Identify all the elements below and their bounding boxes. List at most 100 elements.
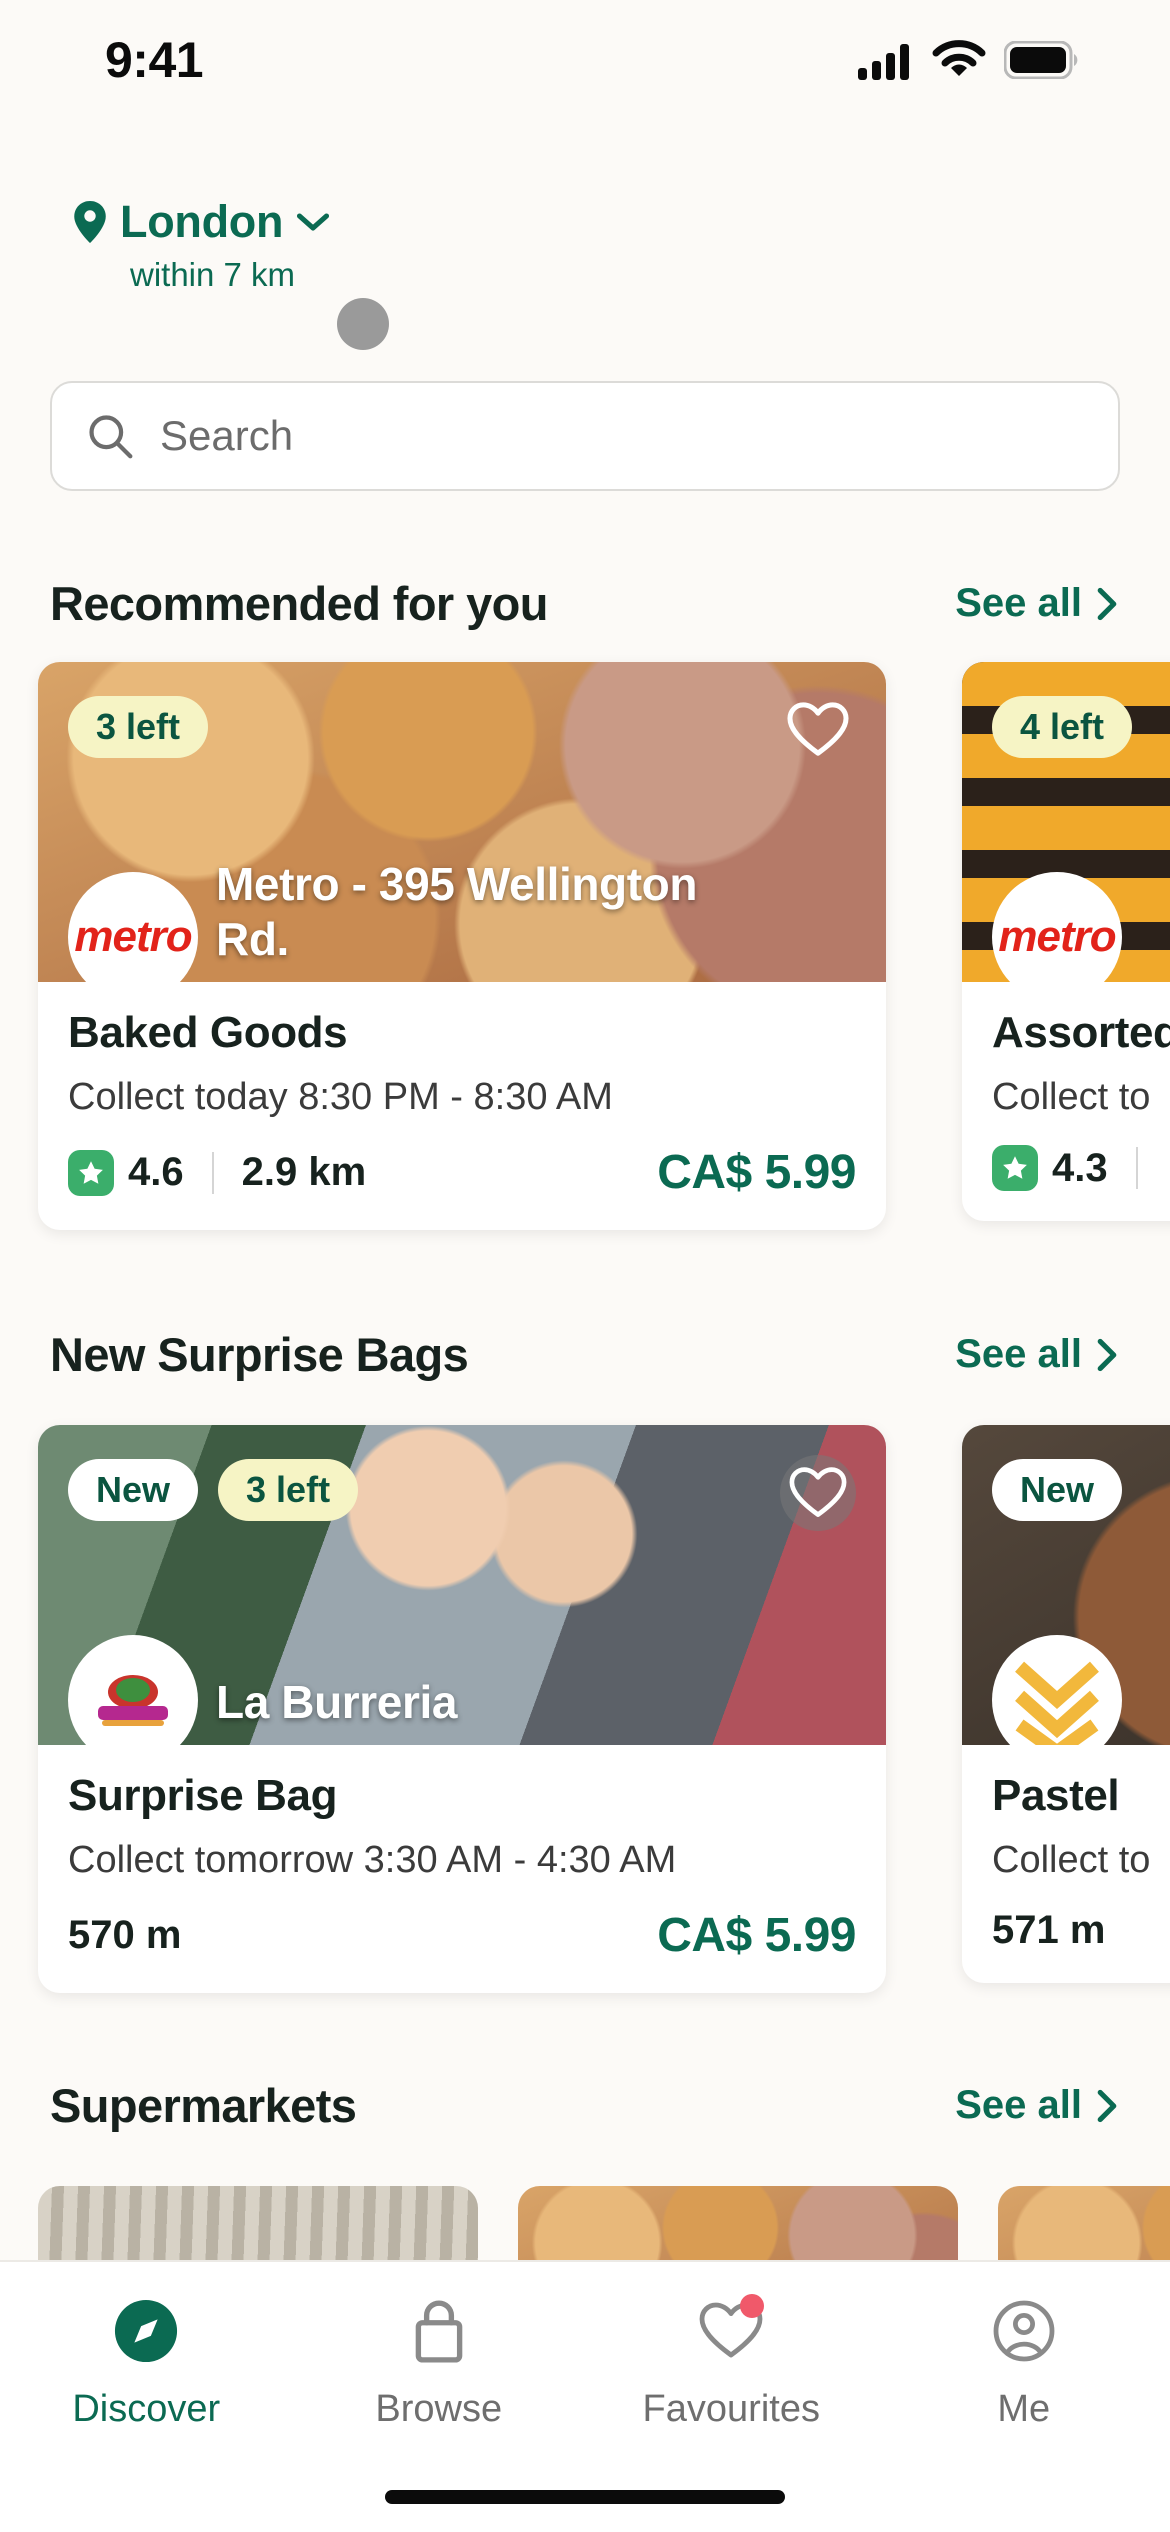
section-header-new-surprise-bags: New Surprise Bags See all — [50, 1327, 1120, 1382]
item-title: Pastel — [992, 1771, 1120, 1820]
location-header[interactable]: London within 7 km — [72, 196, 331, 294]
map-pin-icon — [74, 201, 106, 243]
pastel-chevron-logo — [1015, 1661, 1099, 1745]
see-all-new-surprise-bags[interactable]: See all — [955, 1332, 1120, 1377]
tab-label: Browse — [375, 2388, 503, 2430]
item-title: Assorted — [992, 1008, 1170, 1057]
section-header-supermarkets: Supermarkets See all — [50, 2078, 1120, 2133]
store-card[interactable]: 4 left metro Assorted Collect to 4.3 — [962, 662, 1170, 1221]
cellular-signal-icon — [858, 44, 909, 80]
chevron-right-icon — [1097, 1338, 1117, 1371]
tab-label: Discover — [72, 2388, 221, 2430]
card-body: Assorted Collect to 4.3 — [962, 982, 1170, 1221]
price-value: CA$ 5.99 — [657, 1146, 856, 1199]
distance-value: 570 m — [68, 1913, 182, 1957]
touch-indicator — [337, 298, 389, 350]
item-title: Baked Goods — [68, 1008, 348, 1057]
star-icon — [68, 1149, 114, 1196]
store-name: La Burreria — [216, 1675, 458, 1728]
card-meta: 4.3 — [992, 1145, 1170, 1191]
tab-browse[interactable]: Browse — [293, 2296, 586, 2431]
meta-divider — [211, 1151, 214, 1194]
rating-value: 4.6 — [128, 1150, 184, 1194]
heart-icon — [696, 2294, 766, 2366]
section-title: New Surprise Bags — [50, 1328, 469, 1381]
card-body: Surprise Bag Collect tomorrow 3:30 AM - … — [38, 1745, 886, 1993]
store-name: Metro - 395 Wellington Rd. — [216, 858, 698, 965]
card-badges: New — [992, 1459, 1123, 1521]
chevron-right-icon — [1097, 587, 1117, 620]
rating-value: 4.3 — [1052, 1145, 1108, 1190]
collect-window: Collect today 8:30 PM - 8:30 AM — [68, 1076, 613, 1118]
card-badges: 3 left — [68, 696, 209, 758]
heart-outline-icon — [787, 702, 849, 756]
home-indicator — [385, 2490, 785, 2504]
see-all-supermarkets[interactable]: See all — [955, 2083, 1120, 2128]
search-input[interactable]: Search — [160, 412, 293, 460]
store-logo: metro — [68, 872, 198, 982]
new-badge: New — [992, 1459, 1123, 1521]
search-bar[interactable]: Search — [50, 381, 1120, 491]
favourite-button[interactable] — [780, 692, 856, 768]
card-body: Baked Goods Collect today 8:30 PM - 8:30… — [38, 982, 886, 1230]
item-title: Surprise Bag — [68, 1771, 338, 1820]
card-meta: 571 m — [992, 1908, 1170, 1953]
favourite-button[interactable] — [780, 1455, 856, 1531]
tab-favourites[interactable]: Favourites — [585, 2294, 878, 2431]
location-city-label: London — [120, 196, 284, 247]
app-screen: 9:41 London within 7 km Search Recommend… — [0, 0, 1170, 2532]
collect-window: Collect to — [992, 1076, 1151, 1118]
wifi-icon — [932, 40, 986, 76]
location-radius-label: within 7 km — [130, 256, 296, 293]
person-icon — [989, 2296, 1059, 2366]
compass-icon — [111, 2296, 181, 2366]
card-meta: 570 m CA$ 5.99 — [68, 1908, 856, 1963]
tab-label: Me — [997, 2388, 1051, 2430]
card-body: Pastel Collect to 571 m — [962, 1745, 1170, 1983]
distance-value: 2.9 km — [241, 1150, 367, 1194]
store-photo: 3 left metro Metro - 395 Wellington Rd. — [38, 662, 886, 982]
store-card[interactable]: 3 left metro Metro - 395 Wellington Rd. … — [38, 662, 886, 1230]
rating: 4.6 — [68, 1149, 184, 1196]
location-selector[interactable]: London — [72, 196, 331, 248]
see-all-label: See all — [955, 581, 1082, 625]
store-card[interactable]: New Pastel Collect to 571 m — [962, 1425, 1170, 1983]
bottom-navigation: Discover Browse Favourites Me — [0, 2260, 1170, 2532]
section-title: Recommended for you — [50, 577, 548, 630]
items-left-badge: 3 left — [68, 696, 209, 758]
collect-window: Collect to — [992, 1839, 1151, 1881]
tab-discover[interactable]: Discover — [0, 2296, 293, 2431]
section-title: Supermarkets — [50, 2079, 357, 2132]
card-badges: 4 left — [992, 696, 1133, 758]
see-all-label: See all — [955, 1332, 1082, 1376]
search-icon — [89, 415, 133, 459]
star-icon — [992, 1145, 1038, 1191]
store-photo: New — [962, 1425, 1170, 1745]
store-photo: New 3 left La Burreria — [38, 1425, 886, 1745]
status-indicators — [858, 40, 1080, 80]
section-header-recommended: Recommended for you See all — [50, 576, 1120, 631]
la-burreria-logo — [98, 1675, 168, 1726]
tab-me[interactable]: Me — [878, 2296, 1170, 2431]
card-badges: New 3 left — [68, 1459, 359, 1521]
distance-value: 571 m — [992, 1908, 1106, 1952]
store-logo — [68, 1635, 198, 1745]
rating: 4.3 — [992, 1145, 1108, 1191]
status-bar: 9:41 — [0, 0, 1170, 120]
metro-logo: metro — [74, 912, 192, 961]
items-left-badge: 3 left — [218, 1459, 359, 1521]
chevron-right-icon — [1097, 2089, 1117, 2122]
collect-window: Collect tomorrow 3:30 AM - 4:30 AM — [68, 1839, 677, 1881]
bag-icon — [404, 2296, 474, 2366]
chevron-down-icon[interactable] — [295, 210, 331, 234]
metro-logo: metro — [998, 912, 1116, 961]
tab-label: Favourites — [642, 2388, 820, 2430]
meta-divider — [1135, 1147, 1138, 1189]
new-badge: New — [68, 1459, 199, 1521]
see-all-recommended[interactable]: See all — [955, 581, 1120, 626]
price-value: CA$ 5.99 — [657, 1909, 856, 1962]
see-all-label: See all — [955, 2083, 1082, 2127]
store-card[interactable]: New 3 left La Burreria Surprise Bag Coll… — [38, 1425, 886, 1993]
store-logo — [992, 1635, 1122, 1745]
card-meta: 4.6 2.9 km CA$ 5.99 — [68, 1145, 856, 1200]
